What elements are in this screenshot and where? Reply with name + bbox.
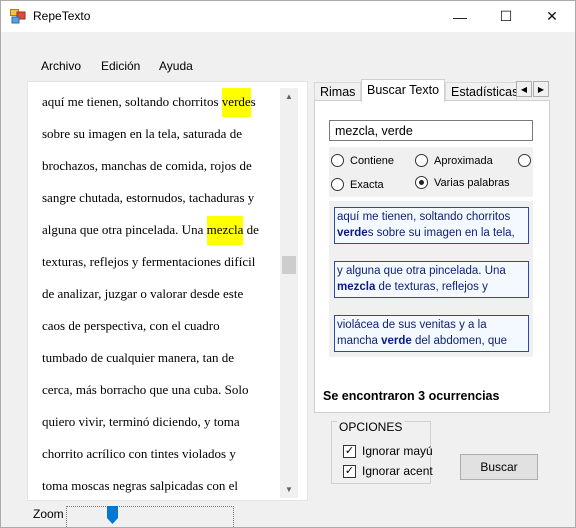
editor-line: brochazos, manchas de comida, rojos de xyxy=(42,158,252,174)
editor-line: aquí me tienen, soltando chorritos verde… xyxy=(42,88,256,117)
editor-line: quiero vivir, terminó diciendo, y toma xyxy=(42,414,240,430)
checkbox-label: Ignorar acentos xyxy=(362,464,433,478)
radio-label: Exacta xyxy=(350,178,384,191)
menu-edicion[interactable]: Edición xyxy=(101,59,140,73)
line-text: aquí me tienen, soltando chorritos xyxy=(42,94,222,109)
found-count-label: Se encontraron 3 ocurrencias xyxy=(323,389,500,403)
tab-buscar-texto[interactable]: Buscar Texto xyxy=(361,79,445,102)
editor-line: sobre su imagen en la tela, saturada de xyxy=(42,126,242,142)
result-text: del abdomen, que xyxy=(411,334,508,347)
line-text: chorrito acrílico con tintes violados y xyxy=(42,446,236,461)
line-text: de xyxy=(243,222,259,237)
editor-line: chorrito acrílico con tintes violados y xyxy=(42,446,236,462)
line-text: alguna que otra pincelada. Una xyxy=(42,222,207,237)
line-text: sobre su imagen en la tela, saturada de xyxy=(42,126,242,141)
result-text: y alguna que otra pincelada. Una xyxy=(337,265,506,277)
radio-unlabeled[interactable] xyxy=(518,154,537,167)
zoom-label: Zoom xyxy=(33,507,64,521)
tab-estadisticas[interactable]: Estadísticas xyxy=(445,82,517,101)
checkbox-ignorar-mayusculas[interactable]: ✓ Ignorar mayúsculas xyxy=(343,444,433,458)
opciones-title: OPCIONES xyxy=(337,420,405,434)
result-match: mezcla xyxy=(337,280,376,293)
line-text: s xyxy=(250,94,256,109)
result-text: s sobre su imagen en la tela, xyxy=(367,226,515,239)
line-text: texturas, reflejos y fermentaciones difí… xyxy=(42,254,256,269)
radio-circle xyxy=(331,154,344,167)
radio-varias-palabras[interactable]: Varias palabras xyxy=(415,176,510,189)
scroll-down-icon[interactable]: ▼ xyxy=(280,481,298,498)
buscar-button[interactable]: Buscar xyxy=(460,454,538,480)
search-input[interactable]: mezcla, verde xyxy=(329,120,533,141)
editor-line: caos de perspectiva, con el cuadro xyxy=(42,318,220,334)
menu-ayuda[interactable]: Ayuda xyxy=(159,59,193,73)
highlight-match: mezcla xyxy=(206,216,244,245)
editor-line: tumbado de cualquier manera, tan de xyxy=(42,350,234,366)
editor-line: cerca, más borracho que una cuba. Solo xyxy=(42,382,248,398)
radio-circle xyxy=(331,178,344,191)
line-text: sangre chutada, estornudos, tachaduras y xyxy=(42,190,255,205)
tab-rimas[interactable]: Rimas xyxy=(314,82,361,101)
line-text: brochazos, manchas de comida, rojos de xyxy=(42,158,252,173)
editor-line: alguna que otra pincelada. Una mezcla de xyxy=(42,216,259,245)
radio-label: Varias palabras xyxy=(434,176,510,189)
tab-next-icon[interactable]: ▶ xyxy=(533,81,549,97)
checkbox-label: Ignorar mayúsculas xyxy=(362,444,433,458)
result-text: violácea de sus venitas y a la xyxy=(337,319,487,331)
close-button[interactable]: ✕ xyxy=(529,1,575,32)
zoom-slider[interactable] xyxy=(66,506,234,527)
line-text: cerca, más borracho que una cuba. Solo xyxy=(42,382,249,397)
radio-aproximada[interactable]: Aproximada xyxy=(415,154,493,167)
result-text: mancha xyxy=(337,334,382,347)
editor-line: toma moscas negras salpicadas con el xyxy=(42,478,238,494)
editor-line: de analizar, juzgar o valorar desde este xyxy=(42,286,243,302)
radio-contiene[interactable]: Contiene xyxy=(331,154,394,167)
radio-circle xyxy=(518,154,531,167)
zoom-slider-thumb[interactable] xyxy=(107,506,118,524)
tab-prev-icon[interactable]: ◀ xyxy=(516,81,532,97)
app-window: RepeTexto — ☐ ✕ Archivo Edición Ayuda aq… xyxy=(0,0,576,528)
window-title: RepeTexto xyxy=(33,9,91,23)
line-text: quiero vivir, terminó diciendo, y toma xyxy=(42,414,240,429)
result-text: aquí me tienen, soltando chorritos xyxy=(337,211,511,223)
text-editor[interactable]: aquí me tienen, soltando chorritos verde… xyxy=(27,81,308,501)
radio-label: Contiene xyxy=(350,154,395,167)
result-item[interactable]: violácea de sus venitas y a la mancha ve… xyxy=(334,315,529,352)
editor-line: sangre chutada, estornudos, tachaduras y xyxy=(42,190,254,206)
highlight-match: verde xyxy=(221,88,251,117)
result-match: verde xyxy=(381,334,412,347)
editor-scrollbar[interactable]: ▲ ▼ xyxy=(280,88,298,498)
checkbox-clip: ✓ Ignorar acentos xyxy=(341,462,433,482)
line-text: caos de perspectiva, con el cuadro xyxy=(42,318,220,333)
check-icon: ✓ xyxy=(343,464,356,478)
radio-exacta[interactable]: Exacta xyxy=(331,178,384,191)
result-text: de texturas, reflejos y xyxy=(375,280,488,293)
checkbox-clip: ✓ Ignorar mayúsculas xyxy=(341,441,433,461)
result-item[interactable]: aquí me tienen, soltando chorritos verde… xyxy=(334,207,529,244)
title-bar[interactable]: RepeTexto — ☐ ✕ xyxy=(1,1,575,32)
line-text: toma moscas negras salpicadas con el xyxy=(42,478,239,493)
scroll-up-icon[interactable]: ▲ xyxy=(280,88,298,105)
radio-label: Aproximada xyxy=(434,154,493,167)
menu-archivo[interactable]: Archivo xyxy=(41,59,81,73)
maximize-button[interactable]: ☐ xyxy=(483,1,529,32)
app-icon xyxy=(10,9,26,24)
radio-circle-selected xyxy=(415,176,428,189)
scroll-thumb[interactable] xyxy=(282,256,296,274)
radio-circle xyxy=(415,154,428,167)
minimize-button[interactable]: — xyxy=(437,1,483,32)
line-text: de analizar, juzgar o valorar desde este xyxy=(42,286,244,301)
editor-line: texturas, reflejos y fermentaciones difí… xyxy=(42,254,255,270)
check-icon: ✓ xyxy=(343,444,356,458)
result-item[interactable]: y alguna que otra pincelada. Una mezcla … xyxy=(334,261,529,298)
checkbox-ignorar-acentos[interactable]: ✓ Ignorar acentos xyxy=(343,464,433,478)
result-match: verde xyxy=(337,226,368,239)
line-text: tumbado de cualquier manera, tan de xyxy=(42,350,235,365)
menu-bar: Archivo Edición Ayuda xyxy=(1,56,301,76)
